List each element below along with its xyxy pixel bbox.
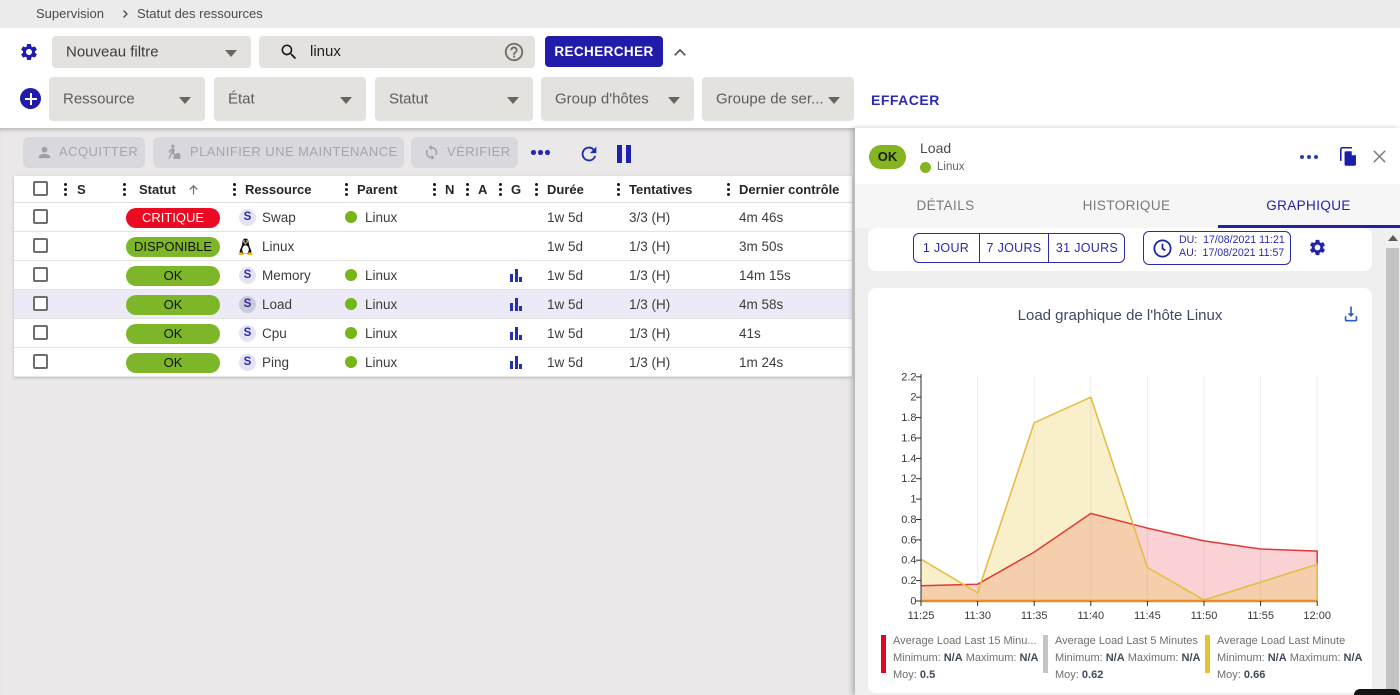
svg-text:0.4: 0.4 xyxy=(901,555,916,567)
svg-text:11:40: 11:40 xyxy=(1077,610,1104,622)
svg-text:1.4: 1.4 xyxy=(901,453,916,465)
svg-text:11:55: 11:55 xyxy=(1247,610,1274,622)
svg-text:11:30: 11:30 xyxy=(964,610,991,622)
svg-text:0: 0 xyxy=(910,596,916,608)
svg-text:12:00: 12:00 xyxy=(1303,610,1331,622)
svg-text:2: 2 xyxy=(910,392,916,404)
svg-text:0.8: 0.8 xyxy=(901,514,916,526)
svg-text:1.8: 1.8 xyxy=(901,412,916,424)
svg-text:11:35: 11:35 xyxy=(1021,610,1048,622)
svg-text:1.2: 1.2 xyxy=(901,473,916,485)
svg-text:0.2: 0.2 xyxy=(901,575,916,587)
svg-text:2.2: 2.2 xyxy=(901,371,916,383)
svg-text:11:45: 11:45 xyxy=(1134,610,1161,622)
svg-text:1: 1 xyxy=(910,494,916,506)
svg-text:1.6: 1.6 xyxy=(901,433,916,445)
svg-text:11:50: 11:50 xyxy=(1191,610,1218,622)
svg-text:0.6: 0.6 xyxy=(901,534,916,546)
svg-text:11:25: 11:25 xyxy=(908,610,935,622)
